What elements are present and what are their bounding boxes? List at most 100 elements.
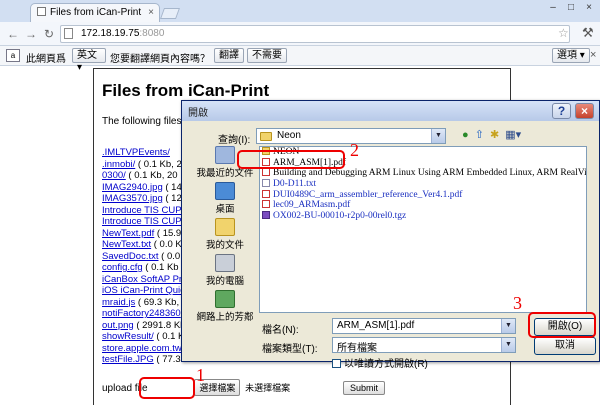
file-link[interactable]: config.cfg xyxy=(102,262,143,273)
wrench-menu-icon[interactable]: ⚒ xyxy=(582,25,594,41)
file-link-row: showResult/ ( 0.1 Kb xyxy=(102,331,192,343)
dialog-file-name: OX002-BU-00010-r2p0-00rel0.tgz xyxy=(273,211,407,222)
file-link[interactable]: notiFactory248360 xyxy=(102,308,181,319)
dialog-toolbar: ● ⇧ ✱ ▦▾ xyxy=(462,128,524,141)
dialog-file-item[interactable]: lec09_ARMasm.pdf xyxy=(260,200,586,211)
filetype-select[interactable]: 所有檔案 ▼ xyxy=(332,337,516,354)
file-link[interactable]: Introduce TIS CUPS xyxy=(102,216,188,227)
place-computer[interactable]: 我的電腦 xyxy=(196,254,254,290)
forward-arrow-icon[interactable]: → xyxy=(24,26,38,42)
place-network-label: 網路上的芳鄰 xyxy=(196,312,254,323)
recent-documents-icon xyxy=(215,146,235,164)
tab-close-icon[interactable]: × xyxy=(148,7,154,18)
text-file-icon xyxy=(262,179,270,188)
translate-icon: a xyxy=(6,49,20,62)
file-link-row: NewText.pdf ( 15.9 xyxy=(102,228,192,240)
file-link[interactable]: showResult/ xyxy=(102,331,154,342)
decline-translate-button[interactable]: 不需要 xyxy=(247,48,287,63)
file-link[interactable]: .inmobi/ xyxy=(102,159,135,170)
file-list: .IMLTVPEvents/.inmobi/ ( 0.1 Kb, 2 0300/ … xyxy=(102,147,192,366)
file-link[interactable]: IMAG3570.jpg xyxy=(102,193,163,204)
place-desktop[interactable]: 桌面 xyxy=(196,182,254,218)
filename-input[interactable]: ARM_ASM[1].pdf ▼ xyxy=(332,318,516,334)
folder-icon xyxy=(260,132,272,141)
file-size: ( 0.1 Kb, 20 xyxy=(125,170,178,181)
window-close-button[interactable]: × xyxy=(582,2,596,14)
file-link-row: .inmobi/ ( 0.1 Kb, 2 xyxy=(102,159,192,171)
file-link-row: Introduce TIS CUPS xyxy=(102,205,192,217)
back-icon[interactable]: ● xyxy=(462,129,469,141)
translate-options-button[interactable]: 選項 ▾ xyxy=(552,48,590,63)
file-link[interactable]: iCanBox SoftAP Print xyxy=(102,274,192,285)
dialog-close-icon[interactable]: × xyxy=(575,103,594,119)
file-link[interactable]: out.png xyxy=(102,320,134,331)
step3-number: 3 xyxy=(513,293,522,313)
translate-question: 您要翻譯網頁內容嗎？ xyxy=(110,54,210,65)
help-icon[interactable]: ? xyxy=(552,103,571,119)
file-size: ( 0.0 K xyxy=(151,239,182,250)
chevron-down-icon: ▼ xyxy=(431,129,445,143)
page-favicon-icon xyxy=(37,7,46,16)
view-menu-icon[interactable]: ▦▾ xyxy=(505,128,521,141)
file-link[interactable]: .IMLTVPEvents/ xyxy=(102,147,170,158)
place-desktop-label: 桌面 xyxy=(215,204,235,215)
file-link-row: mraid.js ( 69.3 Kb, xyxy=(102,297,192,309)
dialog-file-item[interactable]: D0-D11.txt xyxy=(260,179,586,190)
new-folder-icon[interactable]: ✱ xyxy=(490,128,499,141)
step3-highlight xyxy=(528,312,596,338)
file-link[interactable]: SavedDoc.txt xyxy=(102,251,159,262)
bookmark-star-icon[interactable]: ☆ xyxy=(558,26,569,40)
place-documents-label: 我的文件 xyxy=(205,240,244,251)
network-places-icon xyxy=(215,290,235,308)
back-arrow-icon[interactable]: ← xyxy=(6,26,20,42)
up-folder-icon[interactable]: ⇧ xyxy=(475,128,484,141)
file-link[interactable]: IMAG2940.jpg xyxy=(102,182,163,193)
filename-label: 檔名(N): xyxy=(262,325,299,336)
browser-tab[interactable]: Files from iCan-Print × xyxy=(30,3,160,23)
look-in-label: 查詢(I): xyxy=(218,135,251,146)
infobar-close-icon[interactable]: × xyxy=(590,49,596,61)
file-link[interactable]: iOS iCan-Print Quick xyxy=(102,285,190,296)
file-link-row: out.png ( 2991.8 Kb xyxy=(102,320,192,332)
dialog-title: 開啟 xyxy=(182,101,599,121)
file-link[interactable]: store.apple.com.tw xyxy=(102,343,182,354)
url-port: :8080 xyxy=(139,28,165,39)
maximize-button[interactable]: □ xyxy=(564,2,578,14)
choose-file-status: 未選擇檔案 xyxy=(245,383,291,393)
dialog-file-item[interactable]: OX002-BU-00010-r2p0-00rel0.tgz xyxy=(260,211,586,222)
file-link-row: .IMLTVPEvents/ xyxy=(102,147,192,159)
file-link[interactable]: Introduce TIS CUPS xyxy=(102,205,188,216)
reload-icon[interactable]: ↻ xyxy=(42,26,56,42)
translate-button[interactable]: 翻譯 xyxy=(214,48,244,63)
new-tab-button[interactable] xyxy=(159,8,181,19)
file-size: ( 12 xyxy=(162,193,182,204)
file-link-row: config.cfg ( 0.1 Kb xyxy=(102,262,192,274)
file-size: ( 0.1 Kb xyxy=(142,262,179,273)
file-link[interactable]: mraid.js xyxy=(102,297,135,308)
submit-button[interactable]: Submit xyxy=(342,381,385,395)
dialog-file-item[interactable]: DUI0489C_arm_assembler_reference_Ver4.1.… xyxy=(260,189,586,201)
file-link[interactable]: NewText.pdf xyxy=(102,228,154,239)
step1-highlight xyxy=(139,377,195,399)
file-link-row: store.apple.com.tw xyxy=(102,343,192,355)
cancel-button[interactable]: 取消 xyxy=(534,337,596,355)
language-select[interactable]: 英文 ▾ xyxy=(72,48,106,73)
dialog-file-name: DUI0489C_arm_assembler_reference_Ver4.1.… xyxy=(273,189,463,200)
page-title: Files from iCan-Print xyxy=(102,81,270,100)
place-network[interactable]: 網路上的芳鄰 xyxy=(196,290,254,326)
archive-file-icon xyxy=(262,211,270,220)
file-size: ( 69.3 Kb, xyxy=(135,296,180,308)
file-link-row: IMAG3570.jpg ( 12 xyxy=(102,193,192,205)
dialog-file-item[interactable]: Building and Debugging ARM Linux Using A… xyxy=(260,168,586,179)
file-link-row: iCanBox SoftAP Print xyxy=(102,274,192,286)
page-info-icon[interactable] xyxy=(64,28,73,39)
file-link[interactable]: testFile.JPG xyxy=(102,354,154,365)
minimize-button[interactable]: – xyxy=(546,2,560,14)
readonly-checkbox[interactable]: 以唯讀方式開啟(R) xyxy=(332,355,428,370)
place-documents[interactable]: 我的文件 xyxy=(196,218,254,254)
file-pane[interactable]: NEON ARM_ASM[1].pdf Building and Debugging… xyxy=(259,146,587,313)
file-link[interactable]: 0300/ xyxy=(102,170,126,181)
file-link[interactable]: NewText.txt xyxy=(102,239,151,250)
step1-number: 1 xyxy=(196,365,205,385)
address-bar[interactable]: 172.18.19.75:8080 xyxy=(60,25,570,43)
